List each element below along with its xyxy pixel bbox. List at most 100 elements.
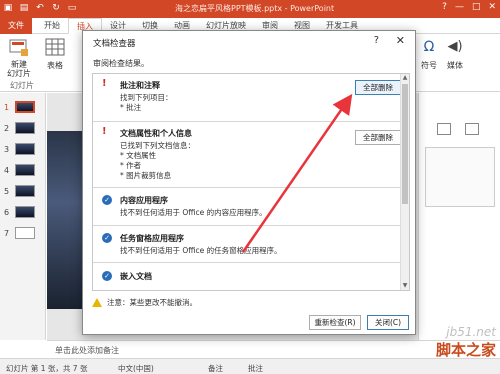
result-title: 内容应用程序	[120, 196, 168, 205]
minimize-icon[interactable]: —	[455, 2, 464, 12]
quick-access-toolbar: ▣ ▤ ↶ ↻ ▭	[2, 2, 78, 14]
slide-thumbnail-image	[15, 185, 35, 197]
slide-thumbnail-6[interactable]: 6	[4, 206, 35, 218]
language-status[interactable]: 中文(中国)	[118, 363, 154, 374]
result-detail: 找不到任何适用于 Office 的任务窗格应用程序。	[120, 246, 282, 255]
slide-thumbnail-5[interactable]: 5	[4, 185, 35, 197]
scroll-thumb[interactable]	[402, 84, 408, 204]
result-comments: ! 批注和注释 找到下列项目： * 批注 全部删除	[93, 74, 401, 122]
result-title: 任务窗格应用程序	[120, 234, 184, 243]
new-slide-icon	[8, 36, 30, 58]
slide-thumbnail-image	[15, 164, 35, 176]
redo-icon[interactable]: ↻	[50, 2, 62, 14]
slide-thumbnail-image	[15, 227, 35, 239]
table-icon	[44, 36, 66, 58]
check-circle-icon: ✓	[102, 271, 112, 281]
check-circle-icon: ✓	[102, 233, 112, 243]
slide-number: 3	[4, 144, 10, 154]
table-label: 表格	[47, 61, 63, 70]
result-embedded-documents: ✓ 嵌入文档	[93, 263, 401, 290]
close-window-icon[interactable]: ✕	[488, 2, 496, 12]
scroll-down-arrow-icon[interactable]: ▼	[401, 282, 409, 290]
slide-number: 7	[4, 228, 10, 238]
new-slide-button[interactable]: 新建 幻灯片	[4, 36, 34, 78]
window-controls: ? — □ ✕	[442, 2, 496, 12]
ppt-logo-icon: ▣	[3, 3, 13, 13]
title-bar: ▣ ▤ ↶ ↻ ▭ 海之恋扁平风格PPT模板.pptx - PowerPoint…	[0, 0, 500, 18]
dialog-help-icon[interactable]: ?	[374, 35, 379, 46]
result-detail: * 批注	[120, 103, 142, 112]
slide-thumbnail-image	[15, 122, 35, 134]
result-title: 文档属性和个人信息	[120, 129, 192, 138]
slide-number: 2	[4, 123, 10, 133]
speaker-icon: ◀)	[447, 39, 463, 54]
dialog-close-icon[interactable]: ✕	[396, 34, 405, 47]
slide-number: 6	[4, 207, 10, 217]
result-detail: * 图片裁剪信息	[120, 171, 172, 180]
watermark-url: jb51.net	[446, 325, 496, 339]
warning-triangle-icon	[92, 298, 102, 307]
comments-pane	[418, 93, 500, 340]
comment-card	[425, 147, 495, 207]
new-slide-label: 新建 幻灯片	[7, 60, 31, 78]
table-button[interactable]: 表格	[44, 36, 66, 71]
slide-thumbnail-7[interactable]: 7	[4, 227, 35, 239]
status-bar: 幻灯片 第 1 张，共 7 张 中文(中国) 备注 批注	[0, 358, 500, 374]
slide-thumbnail-image	[15, 101, 35, 113]
omega-icon: Ω	[423, 39, 435, 55]
slide-thumbnail-image	[15, 143, 35, 155]
warning-exclamation-icon: !	[102, 78, 107, 89]
restore-icon[interactable]: □	[472, 2, 481, 12]
result-title: 嵌入文档	[120, 272, 152, 281]
result-document-properties: ! 文档属性和个人信息 已找到下列文档信息： * 文档属性 * 作者 * 图片裁…	[93, 122, 401, 188]
result-detail: 找不到任何适用于 Office 的内容应用程序。	[120, 208, 267, 217]
help-icon[interactable]: ?	[442, 2, 447, 12]
slide-thumbnail-4[interactable]: 4	[4, 164, 35, 176]
slide-number: 5	[4, 186, 10, 196]
symbol-button[interactable]: Ω 符号	[418, 36, 440, 71]
result-task-pane-apps: ✓ 任务窗格应用程序 找不到任何适用于 Office 的任务窗格应用程序。	[93, 226, 401, 263]
save-icon[interactable]: ▤	[18, 2, 30, 14]
media-label: 媒体	[447, 61, 463, 70]
inspection-results-list[interactable]: ! 批注和注释 找到下列项目： * 批注 全部删除 ! 文档属性和个人信息 已找…	[92, 73, 410, 291]
notes-toggle[interactable]: 备注	[208, 363, 223, 374]
symbol-label: 符号	[421, 61, 437, 70]
media-button[interactable]: ◀) 媒体	[444, 36, 466, 71]
slide-number: 1	[4, 102, 10, 112]
remove-all-properties-button[interactable]: 全部删除	[355, 130, 401, 145]
warning-note: 注意：某些更改不能撤消。	[92, 297, 197, 308]
watermark: jb51.net 脚本之家	[436, 325, 496, 360]
window-title: 海之恋扁平风格PPT模板.pptx - PowerPoint	[175, 4, 335, 13]
slide-count-status: 幻灯片 第 1 张，共 7 张	[6, 364, 88, 373]
result-content-apps: ✓ 内容应用程序 找不到任何适用于 Office 的内容应用程序。	[93, 188, 401, 226]
warning-text: 注意：某些更改不能撤消。	[107, 298, 197, 307]
start-from-beginning-icon[interactable]: ▭	[66, 2, 78, 14]
slide-number: 4	[4, 165, 10, 175]
tab-home[interactable]: 开始	[36, 18, 68, 34]
scroll-up-arrow-icon[interactable]: ▲	[401, 74, 409, 82]
check-circle-icon: ✓	[102, 195, 112, 205]
slide-thumbnail-2[interactable]: 2	[4, 122, 35, 134]
reply-comment-icon[interactable]	[465, 123, 479, 135]
slide-thumbnail-1[interactable]: 1	[4, 101, 35, 113]
result-title: 批注和注释	[120, 81, 160, 90]
slide-thumbnail-3[interactable]: 3	[4, 143, 35, 155]
tab-file[interactable]: 文件	[0, 17, 32, 34]
results-scrollbar[interactable]: ▲ ▼	[400, 74, 409, 290]
notes-placeholder: 单击此处添加备注	[55, 346, 119, 355]
dialog-subtitle: 审阅检查结果。	[93, 59, 149, 68]
remove-all-comments-button[interactable]: 全部删除	[355, 80, 401, 95]
watermark-brand: 脚本之家	[435, 341, 496, 359]
document-inspector-dialog: 文档检查器 ? ✕ 审阅检查结果。 ! 批注和注释 找到下列项目： * 批注 全…	[82, 30, 416, 335]
undo-icon[interactable]: ↶	[34, 2, 46, 14]
slide-thumbnails-pane: 1 2 3 4 5 6 7	[0, 93, 46, 340]
dialog-title: 文档检查器	[93, 39, 136, 49]
close-dialog-button[interactable]: 关闭(C)	[367, 315, 409, 330]
warning-exclamation-icon: !	[102, 126, 107, 137]
comments-toggle[interactable]: 批注	[248, 363, 263, 374]
slides-group-label: 幻灯片	[10, 81, 34, 90]
notes-pane[interactable]: 单击此处添加备注	[47, 340, 500, 358]
slide-thumbnail-image	[15, 206, 35, 218]
reinspect-button[interactable]: 重新检查(R)	[309, 315, 361, 330]
new-comment-icon[interactable]	[437, 123, 451, 135]
